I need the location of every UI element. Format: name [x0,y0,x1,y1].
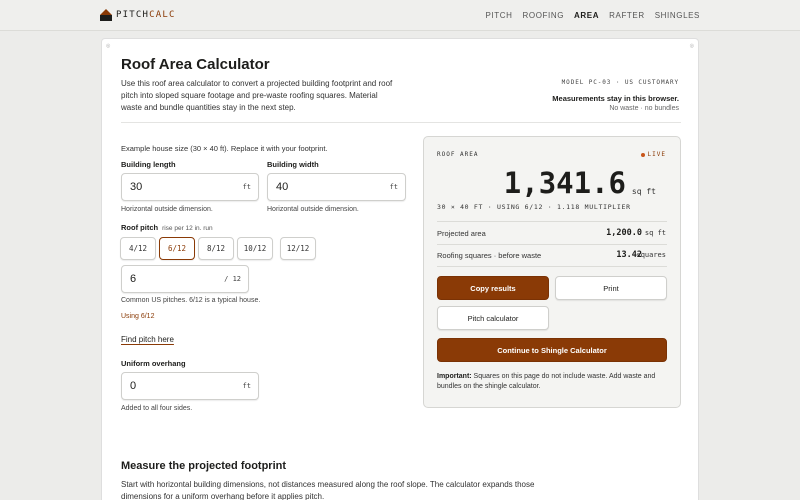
roofing-squares-label: Roofing squares · before waste [437,251,542,260]
page-intro: Use this roof area calculator to convert… [121,79,393,112]
pitch-value: 6 [130,273,137,285]
example-note: Example house size (30 × 40 ft). Replace… [121,144,328,153]
pitch-option-8-12[interactable]: 8/12 [198,237,234,260]
pitch-label: Roof pitch rise per 12 in. run [121,223,213,232]
nav-item-pitch[interactable]: PITCH [486,11,513,20]
overhang-value: 0 [130,380,137,392]
section-title: Measure the projected footprint [121,460,287,472]
page-title: Roof Area Calculator [121,56,270,73]
result-divider [437,221,667,222]
pitch-option-6-12[interactable]: 6/12 [159,237,195,260]
copy-results-button[interactable]: Copy results [437,276,549,300]
page-meta: MODEL PC-03 · US CUSTOMARY Measurements … [552,79,679,112]
projected-area-value: 1,200.0 [606,228,642,238]
brand-logo-link[interactable]: PITCHCALC [100,9,176,21]
privacy-subnote: No waste · no bundles [609,105,679,112]
section-text: Start with horizontal building dimension… [121,480,535,500]
overhang-unit: ft [242,382,251,390]
nav-item-roofing[interactable]: ROOFING [523,11,565,20]
result-divider [437,244,667,245]
continue-shingle-button[interactable]: Continue to Shingle Calculator [437,338,667,362]
header-divider [121,122,681,123]
width-hint: Horizontal outside dimension. [267,206,359,213]
length-value: 30 [130,181,143,193]
nav-item-area[interactable]: AREA [574,11,599,20]
find-pitch-link[interactable]: Find pitch here [121,335,174,344]
pitch-unit: / 12 [224,275,241,283]
live-indicator: LIVE [640,151,666,158]
pitch-option-12-12[interactable]: 12/12 [280,237,316,260]
width-input[interactable]: 40 ft [267,173,406,201]
length-label: Building length [121,160,176,169]
width-unit: ft [389,183,398,191]
pitch-hint: Common US pitches. 6/12 is a typical hou… [121,297,261,304]
top-navigation-bar: PITCHCALC PITCH ROOFING AREA RAFTER SHIN… [0,0,800,31]
live-dot-icon [640,152,645,157]
brand-name: PITCHCALC [116,10,176,20]
pitch-input[interactable]: 6 / 12 [121,265,249,293]
projected-area-unit: sq ft [644,229,666,237]
length-hint: Horizontal outside dimension. [121,206,213,213]
roofing-squares-unit: squares [636,251,666,259]
calculator-card: ◎ ◎ Roof Area Calculator Use this roof a… [101,38,699,500]
result-divider [437,266,667,267]
main-nav: PITCH ROOFING AREA RAFTER SHINGLES [486,11,701,20]
roof-area-value: 1,341.6 [503,166,626,200]
overhang-hint: Added to all four sides. [121,405,193,412]
overhang-input[interactable]: 0 ft [121,372,259,400]
projected-area-label: Projected area [437,229,486,238]
nav-item-shingles[interactable]: SHINGLES [655,11,700,20]
pitch-option-4-12[interactable]: 4/12 [120,237,156,260]
print-button[interactable]: Print [555,276,667,300]
model-label: MODEL PC-03 · US CUSTOMARY [561,79,679,86]
corner-mark-icon: ◎ [106,43,111,49]
waste-note: Important: Squares on this page do not i… [437,373,656,390]
length-input[interactable]: 30 ft [121,173,259,201]
privacy-note: Measurements stay in this browser. [552,94,679,103]
results-label: ROOF AREA [437,151,479,158]
results-panel: ROOF AREA LIVE 1,341.6 sq ft 30 × 40 FT … [423,136,681,408]
width-label: Building width [267,160,319,169]
width-value: 40 [276,181,289,193]
corner-mark-icon: ◎ [689,43,694,49]
roof-area-unit: sq ft [631,187,656,196]
calculation-summary: 30 × 40 FT · USING 6/12 · 1.118 MULTIPLI… [437,203,631,211]
length-unit: ft [242,183,251,191]
pitch-calculator-button[interactable]: Pitch calculator [437,306,549,330]
pitch-using-label: Using 6/12 [121,313,155,320]
overhang-label: Uniform overhang [121,359,186,368]
pitch-option-10-12[interactable]: 10/12 [237,237,273,260]
house-logo-icon [100,9,112,21]
nav-item-rafter[interactable]: RAFTER [609,11,645,20]
